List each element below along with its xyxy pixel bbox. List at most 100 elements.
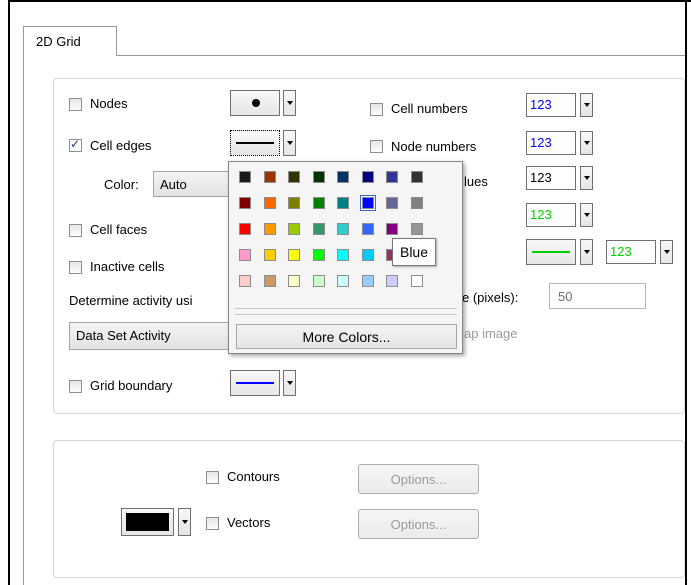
activity-source-value: Data Set Activity <box>76 328 171 343</box>
color-swatch[interactable] <box>264 171 276 183</box>
cell-numbers-label: Cell numbers <box>391 101 468 116</box>
color-label: Color: <box>104 177 139 192</box>
vectors-label: Vectors <box>227 515 271 530</box>
line-number-dropdown[interactable] <box>660 240 673 264</box>
color-swatch[interactable] <box>264 275 276 287</box>
color-swatch[interactable] <box>264 249 276 261</box>
color-swatch[interactable] <box>386 197 398 209</box>
green-font-button[interactable]: 123 <box>526 203 576 227</box>
color-swatch[interactable] <box>337 223 349 235</box>
color-swatch[interactable] <box>239 171 251 183</box>
values-dropdown[interactable] <box>580 166 593 190</box>
cell-edges-label: Cell edges <box>90 138 152 153</box>
color-swatch[interactable] <box>313 197 325 209</box>
nodes-dropdown[interactable] <box>283 90 296 116</box>
vectors-options-button[interactable]: Options... <box>358 509 479 539</box>
green-line-icon <box>532 251 570 253</box>
tooltip-text: Blue <box>399 244 429 260</box>
color-swatch[interactable] <box>337 197 349 209</box>
line-sample: 123 <box>610 244 632 259</box>
green-dropdown[interactable] <box>580 203 593 227</box>
cell-edges-line-button[interactable] <box>230 130 280 156</box>
color-swatch[interactable] <box>362 249 374 261</box>
color-swatch[interactable] <box>288 275 300 287</box>
size-pixels-input[interactable]: 50 <box>549 283 646 309</box>
node-numbers-sample: 123 <box>530 135 552 150</box>
color-swatch[interactable] <box>337 275 349 287</box>
nodes-label: Nodes <box>90 96 128 111</box>
color-swatch[interactable] <box>239 223 251 235</box>
color-swatch[interactable] <box>313 249 325 261</box>
color-swatch[interactable] <box>288 171 300 183</box>
cell-numbers-sample: 123 <box>530 97 552 112</box>
grid-boundary-line-button[interactable] <box>230 370 280 396</box>
determine-activity-label: Determine activity usi <box>69 293 193 308</box>
vectors-color-dropdown[interactable] <box>178 508 191 536</box>
line-style-icon <box>236 142 274 144</box>
cell-numbers-font-button[interactable]: 123 <box>526 93 576 117</box>
cell-numbers-dropdown[interactable] <box>580 93 593 117</box>
nodes-checkbox[interactable] <box>69 98 82 111</box>
contours-label: Contours <box>227 469 280 484</box>
contours-options-button[interactable]: Options... <box>358 464 479 494</box>
color-swatch[interactable] <box>337 249 349 261</box>
color-picker-separator <box>235 308 457 309</box>
color-picker-separator-2 <box>235 314 457 315</box>
node-numbers-dropdown[interactable] <box>580 131 593 155</box>
activity-source-select[interactable]: Data Set Activity <box>69 322 234 350</box>
nodes-symbol-button[interactable] <box>230 90 280 116</box>
color-swatch[interactable] <box>313 171 325 183</box>
cell-faces-label: Cell faces <box>90 222 148 237</box>
vectors-color-button[interactable] <box>121 508 174 536</box>
color-swatch[interactable] <box>360 195 376 211</box>
size-pixels-label: e (pixels): <box>462 290 519 305</box>
window-frame-top <box>8 0 691 2</box>
cell-edges-checkbox[interactable]: ✓ <box>69 137 82 152</box>
color-swatch[interactable] <box>411 223 423 235</box>
color-swatch[interactable] <box>288 197 300 209</box>
vectors-checkbox[interactable] <box>206 517 219 530</box>
color-swatch[interactable] <box>362 171 374 183</box>
map-image-label: ap image <box>464 326 518 341</box>
color-swatch[interactable] <box>288 249 300 261</box>
color-swatch[interactable] <box>362 223 374 235</box>
color-swatch[interactable] <box>411 197 423 209</box>
node-numbers-checkbox[interactable] <box>370 140 383 153</box>
color-swatch[interactable] <box>288 223 300 235</box>
line-number-font-button[interactable]: 123 <box>606 240 656 264</box>
color-swatch[interactable] <box>337 171 349 183</box>
size-pixels-value: 50 <box>558 289 573 304</box>
color-select[interactable]: Auto <box>153 171 235 197</box>
grid-boundary-checkbox[interactable] <box>69 380 82 393</box>
color-swatch[interactable] <box>264 197 276 209</box>
color-swatch[interactable] <box>411 171 423 183</box>
color-swatch[interactable] <box>386 223 398 235</box>
color-swatch[interactable] <box>362 275 374 287</box>
more-colors-label: More Colors... <box>302 329 391 345</box>
inactive-cells-checkbox[interactable] <box>69 261 82 274</box>
color-swatch[interactable] <box>313 223 325 235</box>
grid-boundary-dropdown[interactable] <box>283 370 296 396</box>
more-colors-button[interactable]: More Colors... <box>236 324 457 349</box>
color-swatch[interactable] <box>239 197 251 209</box>
color-swatch[interactable] <box>239 275 251 287</box>
green-line-button[interactable] <box>526 239 576 265</box>
inactive-cells-label: Inactive cells <box>90 259 165 274</box>
node-numbers-font-button[interactable]: 123 <box>526 131 576 155</box>
color-swatch[interactable] <box>386 171 398 183</box>
green-line-dropdown[interactable] <box>580 239 593 265</box>
color-swatch[interactable] <box>264 223 276 235</box>
color-swatch[interactable] <box>386 275 398 287</box>
color-swatch[interactable] <box>313 275 325 287</box>
contours-checkbox[interactable] <box>206 471 219 484</box>
tab-label: 2D Grid <box>36 34 81 49</box>
window-frame-left <box>8 0 10 585</box>
cell-numbers-checkbox[interactable] <box>370 103 383 116</box>
cell-faces-checkbox[interactable] <box>69 224 82 237</box>
tab-2d-grid[interactable]: 2D Grid <box>23 26 117 56</box>
cell-edges-dropdown[interactable] <box>283 130 296 156</box>
color-swatch[interactable] <box>239 249 251 261</box>
color-swatch[interactable] <box>411 275 423 287</box>
tab-strip-line <box>23 55 685 56</box>
values-font-button[interactable]: 123 <box>526 166 576 190</box>
